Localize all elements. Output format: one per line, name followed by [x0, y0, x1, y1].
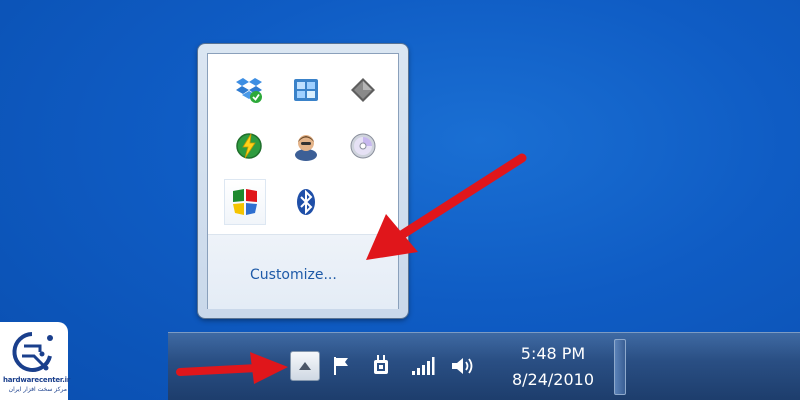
- volume-icon[interactable]: [450, 353, 476, 379]
- pointer-arrow-customize: [366, 153, 527, 260]
- customize-link[interactable]: Customize...: [250, 267, 337, 283]
- chevron-up-icon: [299, 362, 311, 370]
- show-desktop-button[interactable]: [614, 339, 626, 395]
- system-clock[interactable]: 5:48 PM 8/24/2010: [498, 343, 608, 391]
- flag-icon[interactable]: [328, 353, 354, 379]
- diamond-icon[interactable]: [343, 70, 383, 110]
- watermark-brand: hardwarecenter.ir: [3, 376, 71, 384]
- antivirus-shield-icon[interactable]: [225, 180, 265, 224]
- dropbox-icon[interactable]: [229, 70, 269, 110]
- signal-icon[interactable]: [410, 353, 436, 379]
- clock-date: 8/24/2010: [511, 370, 595, 389]
- watermark-logo: hardwarecenter.ir مرکز سخت افزار ایران: [0, 322, 71, 400]
- power-plug-icon[interactable]: [368, 353, 394, 379]
- bluetooth-icon[interactable]: [286, 182, 326, 222]
- clock-time: 5:48 PM: [520, 344, 586, 363]
- lightning-globe-icon[interactable]: [229, 126, 269, 166]
- watermark-tagline: مرکز سخت افزار ایران: [8, 386, 67, 393]
- desktop: Customize... 5:48 PM 8/24/2010 hardwarec…: [0, 0, 800, 400]
- window-grid-icon[interactable]: [286, 70, 326, 110]
- user-avatar-icon[interactable]: [286, 126, 326, 166]
- show-hidden-icons-button[interactable]: [290, 351, 320, 381]
- hardwarecenter-logo-icon: [12, 332, 53, 372]
- pointer-arrow-tray-toggle: [176, 352, 288, 384]
